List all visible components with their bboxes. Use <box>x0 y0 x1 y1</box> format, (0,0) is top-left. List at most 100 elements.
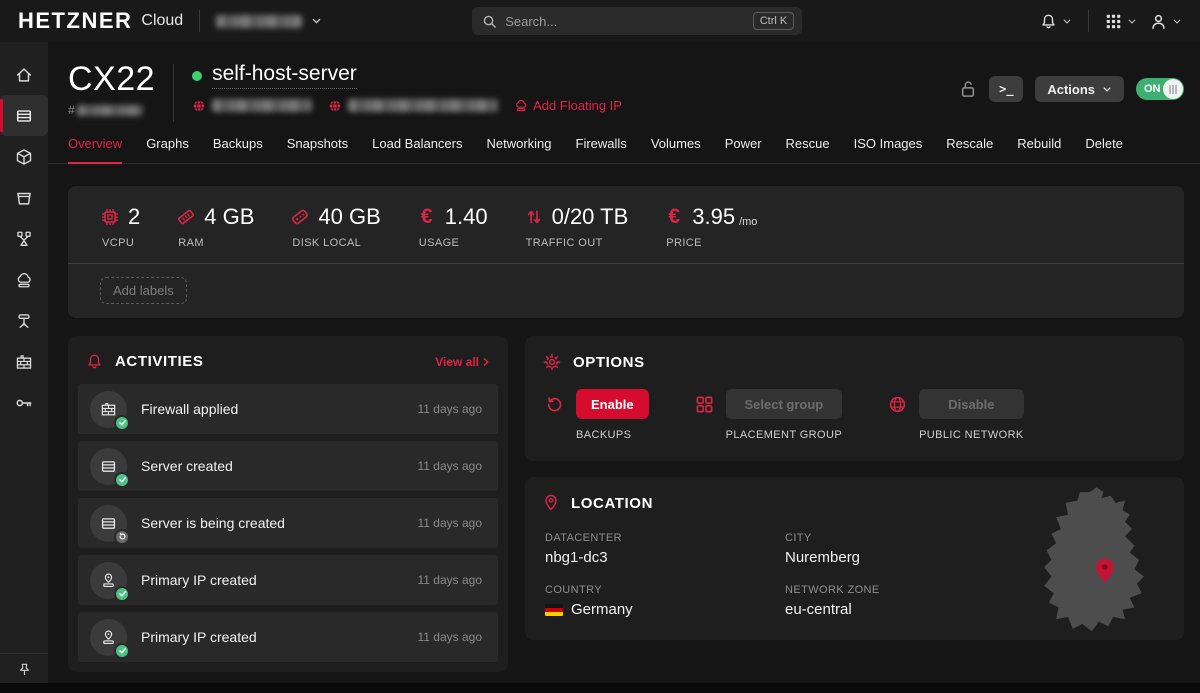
sidebar-item-load-balancers[interactable] <box>0 218 48 259</box>
notifications-menu[interactable] <box>1040 13 1072 30</box>
server-id: # <box>68 103 155 117</box>
server-icon <box>15 107 33 125</box>
activities-title: ACTIVITIES <box>115 353 204 370</box>
tab-backups[interactable]: Backups <box>213 136 263 163</box>
tab-snapshots[interactable]: Snapshots <box>287 136 348 163</box>
chevron-down-icon <box>1172 18 1182 25</box>
tab-rebuild[interactable]: Rebuild <box>1017 136 1061 163</box>
tab-delete[interactable]: Delete <box>1085 136 1123 163</box>
sidebar-item-images[interactable] <box>0 136 48 177</box>
hetzner-cloud-console: HETZNER Cloud Ctrl K <box>0 0 1200 693</box>
search-input[interactable] <box>505 14 753 29</box>
primary-ip-avatar <box>90 562 127 599</box>
tab-networking[interactable]: Networking <box>486 136 551 163</box>
server-name-editable[interactable]: self-host-server <box>212 62 357 89</box>
bucket-icon <box>15 189 33 207</box>
user-icon <box>1150 13 1167 30</box>
success-check-icon <box>114 472 130 488</box>
view-all-link[interactable]: View all <box>435 355 490 369</box>
sidebar-item-volumes[interactable] <box>0 177 48 218</box>
bottom-strip <box>0 683 1200 693</box>
divider <box>1088 10 1089 32</box>
enable-backups-button[interactable]: Enable <box>576 389 649 419</box>
cloud-label: Cloud <box>141 12 183 30</box>
power-state-label: ON <box>1144 83 1161 95</box>
bell-icon <box>86 353 103 370</box>
activities-card: ACTIVITIES View all Firewall applied 11 … <box>68 336 508 672</box>
location-card: LOCATION DATACENTER nbg1-dc3 CITY Nuremb… <box>525 477 1184 640</box>
tab-power[interactable]: Power <box>725 136 762 163</box>
chevron-down-icon <box>1102 86 1112 93</box>
search-bar[interactable]: Ctrl K <box>472 7 802 35</box>
tab-iso-images[interactable]: ISO Images <box>854 136 923 163</box>
sidebar-item-networks[interactable] <box>0 300 48 341</box>
sidebar-item-servers[interactable] <box>0 95 48 136</box>
chevron-down-icon <box>1062 18 1072 25</box>
disk-icon <box>290 207 310 227</box>
disable-public-network-button[interactable]: Disable <box>919 389 1024 419</box>
bell-icon <box>1040 13 1057 30</box>
sidebar <box>0 42 48 693</box>
stat-disk: 40 GB DISK LOCAL <box>290 204 380 249</box>
options-card: OPTIONS Enable BACKUPS <box>525 336 1184 461</box>
tab-overview[interactable]: Overview <box>68 136 122 164</box>
location-field-city: CITY Nuremberg <box>785 532 1025 566</box>
brick-wall-icon <box>15 353 33 371</box>
topbar: HETZNER Cloud Ctrl K <box>0 0 1200 42</box>
tab-graphs[interactable]: Graphs <box>146 136 189 163</box>
euro-icon: € <box>664 207 684 227</box>
cpu-icon <box>100 207 120 227</box>
gear-icon <box>543 353 561 371</box>
add-labels-button[interactable]: Add labels <box>100 277 187 304</box>
chevron-down-icon <box>311 17 322 25</box>
location-title: LOCATION <box>571 495 653 512</box>
divider <box>173 64 174 122</box>
tab-rescale[interactable]: Rescale <box>946 136 993 163</box>
add-floating-ip-link[interactable]: Add Floating IP <box>514 98 622 113</box>
tab-load-balancers[interactable]: Load Balancers <box>372 136 462 163</box>
option-backups: Enable BACKUPS <box>545 389 649 441</box>
apps-menu[interactable] <box>1105 13 1137 30</box>
select-placement-group-button[interactable]: Select group <box>726 389 842 419</box>
primary-ip-avatar <box>90 619 127 656</box>
success-check-icon <box>114 415 130 431</box>
globe-icon <box>888 395 907 414</box>
server-status-dot <box>192 71 202 81</box>
tab-firewalls[interactable]: Firewalls <box>576 136 627 163</box>
sidebar-item-security[interactable] <box>0 382 48 423</box>
hetzner-logo[interactable]: HETZNER <box>18 8 132 34</box>
activity-row[interactable]: Primary IP created 11 days ago <box>78 612 498 662</box>
stat-traffic: 0/20 TB TRAFFIC OUT <box>524 204 629 249</box>
tab-rescue[interactable]: Rescue <box>786 136 830 163</box>
activity-row[interactable]: Firewall applied 11 days ago <box>78 384 498 434</box>
toggle-knob <box>1163 79 1183 99</box>
location-field-country: COUNTRY Germany <box>545 584 785 618</box>
globe-icon <box>192 99 206 113</box>
ipv4-address[interactable] <box>192 99 312 113</box>
options-title: OPTIONS <box>573 354 645 371</box>
firewall-avatar <box>90 391 127 428</box>
stat-price: € 3.95 /mo PRICE <box>664 204 757 249</box>
lock-open-icon[interactable] <box>959 79 977 99</box>
ram-icon <box>176 207 196 227</box>
actions-button[interactable]: Actions <box>1035 76 1124 102</box>
floating-ip-icon <box>514 99 528 113</box>
tab-volumes[interactable]: Volumes <box>651 136 701 163</box>
activity-row[interactable]: Server is being created 11 days ago <box>78 498 498 548</box>
in-progress-icon <box>114 529 130 545</box>
sidebar-item-home[interactable] <box>0 54 48 95</box>
console-button[interactable]: >_ <box>989 76 1023 102</box>
euro-icon: € <box>417 207 437 227</box>
power-toggle[interactable]: ON <box>1136 78 1184 100</box>
ipv6-address[interactable] <box>328 99 498 113</box>
nodes-icon <box>15 230 33 248</box>
option-public-network: Disable PUBLIC NETWORK <box>888 389 1024 441</box>
sidebar-item-floating-ips[interactable] <box>0 259 48 300</box>
chevron-right-icon <box>482 357 490 367</box>
sidebar-item-firewalls[interactable] <box>0 341 48 382</box>
project-selector[interactable] <box>216 15 322 28</box>
redacted-ipv4 <box>212 99 312 112</box>
user-menu[interactable] <box>1150 13 1182 30</box>
activity-row[interactable]: Primary IP created 11 days ago <box>78 555 498 605</box>
activity-row[interactable]: Server created 11 days ago <box>78 441 498 491</box>
